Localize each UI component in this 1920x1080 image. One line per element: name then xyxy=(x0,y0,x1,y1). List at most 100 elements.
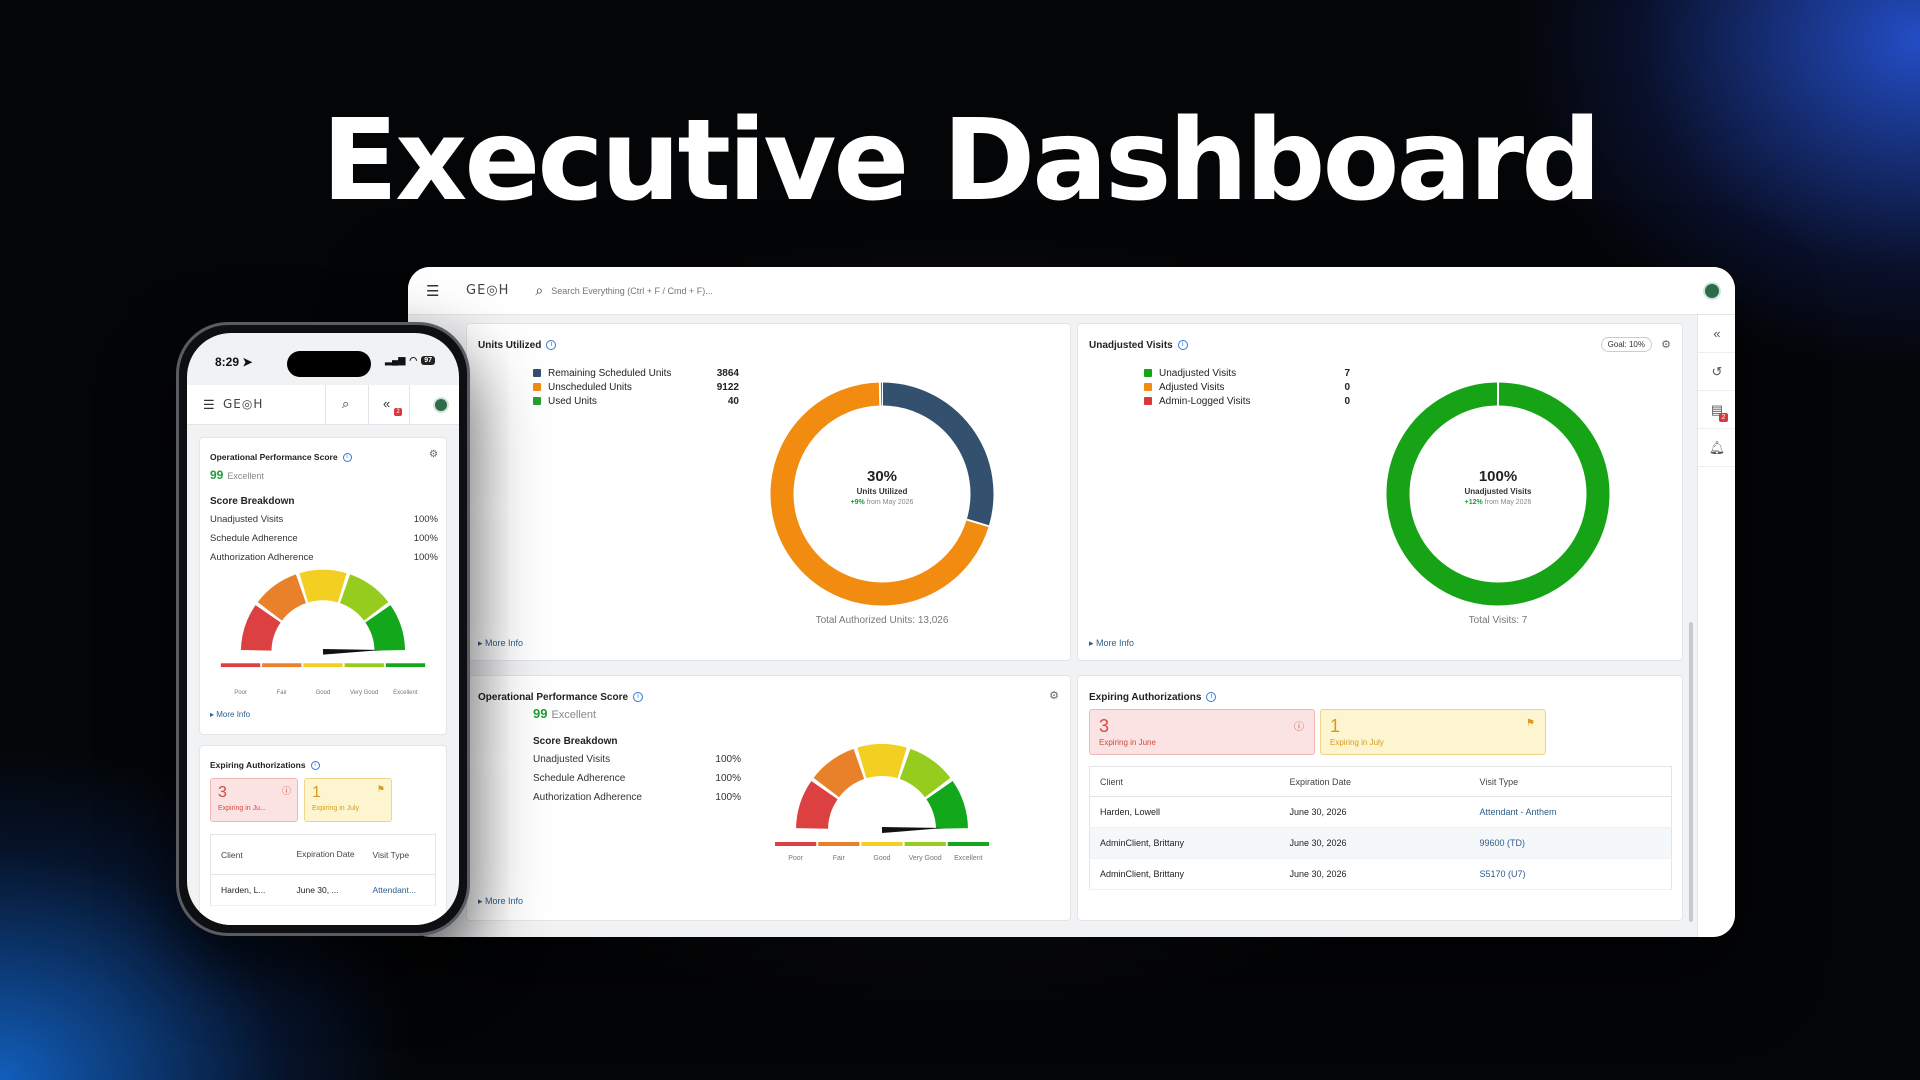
june-label: Expiring in June xyxy=(1099,738,1156,747)
info-icon[interactable]: i xyxy=(342,453,352,463)
expiring-july-box[interactable]: 1 Expiring in July ⚑ xyxy=(1320,709,1546,755)
user-avatar[interactable] xyxy=(433,397,449,413)
july-count: 1 xyxy=(312,784,321,801)
more-info-link[interactable]: ▸ More Info xyxy=(478,638,523,649)
gauge-segment xyxy=(857,744,907,779)
table-row[interactable]: AdminClient, Brittany June 30, 2026 99600 … xyxy=(1089,827,1672,859)
cell-client: AdminClient, Brittany xyxy=(1089,858,1280,890)
col-visit-type[interactable]: Visit Type xyxy=(1469,766,1672,797)
settings-gear-icon[interactable]: ⚙ xyxy=(429,449,438,460)
history-icon[interactable]: ↺ xyxy=(1698,353,1735,391)
legend-value: 0 xyxy=(1344,381,1350,393)
info-icon[interactable]: i xyxy=(310,761,320,771)
gauge-baseline-segment xyxy=(385,663,426,668)
gauge-segment xyxy=(925,781,968,830)
gauge-baseline-segment xyxy=(904,842,946,846)
flag-icon: ⚑ xyxy=(1526,718,1535,729)
cell-date: June 30, 2026 xyxy=(1279,796,1470,828)
gauge-label: Poor xyxy=(234,690,247,696)
gauge-baseline-segment xyxy=(303,663,343,668)
top-bar: ☰ GE◎H ⌕ xyxy=(408,267,1735,315)
goal-badge[interactable]: Goal: 10% xyxy=(1600,337,1652,352)
gauge-baseline-segment xyxy=(947,842,989,846)
col-expiration-date[interactable]: Expiration Date xyxy=(286,834,363,875)
cell-date: June 30, 2026 xyxy=(1279,827,1470,859)
ops-score-card: Operational Performance Score i ⚙ 99 Excel… xyxy=(199,437,447,735)
info-icon[interactable]: i xyxy=(633,692,644,703)
card-title: Units Utilized i xyxy=(478,340,557,351)
table-row[interactable]: Harden, Lowell June 30, 2026 Attendant - A… xyxy=(1089,796,1672,828)
gauge-segment xyxy=(899,748,951,798)
legend-label: Used Units xyxy=(548,395,597,407)
info-icon[interactable]: i xyxy=(546,340,557,351)
hamburger-menu-icon[interactable]: ☰ xyxy=(203,397,215,413)
table-row[interactable]: Harden, L... June 30, ... Attendant... xyxy=(210,874,436,906)
score-breakdown: Score Breakdown Unadjusted Visits 100% Sche… xyxy=(533,736,741,807)
legend-item[interactable]: Remaining Scheduled Units 3864 xyxy=(533,366,739,380)
more-info-link[interactable]: ▸ More Info xyxy=(478,896,523,907)
info-icon[interactable]: i xyxy=(1206,692,1217,703)
breakdown-row: Unadjusted Visits 100% xyxy=(210,510,438,529)
legend-swatch xyxy=(1144,383,1152,391)
table-row[interactable]: AdminClient, Brittany June 30, 2026 S5170 … xyxy=(1089,858,1672,890)
messages-icon[interactable]: ▤ 2 xyxy=(1698,391,1735,429)
search-input[interactable] xyxy=(551,285,852,296)
app-logo[interactable]: GE◎H xyxy=(466,283,509,298)
expiring-auth-card: Expiring Authorizations i 3 Expiring in J… xyxy=(1077,675,1683,921)
col-client[interactable]: Client xyxy=(1089,766,1280,797)
total-visits: Total Visits: 7 xyxy=(1468,615,1528,626)
unadjusted-visits-card: Unadjusted Visits i Goal: 10% ⚙ Unadjuste… xyxy=(1077,323,1683,661)
more-info-link[interactable]: ▸ More Info xyxy=(1089,638,1134,649)
search-icon[interactable]: ⌕ xyxy=(342,396,349,412)
more-info-link[interactable]: ▸ More Info xyxy=(210,710,250,719)
gauge-segment xyxy=(257,574,307,622)
cell-date: June 30, ... xyxy=(286,874,363,906)
phone-device: 8:29 ➤ ▂▄▆ ◠ 97 ☰ GE◎H ⌕ « 2 Operational P… xyxy=(176,322,470,936)
gauge-label: Poor xyxy=(788,855,803,862)
gauge-label: Excellent xyxy=(954,855,983,862)
bell-icon[interactable]: 🔔︎ xyxy=(1698,429,1735,467)
col-client[interactable]: Client xyxy=(210,834,287,875)
cell-visit-type: 99600 (TD) xyxy=(1469,827,1672,859)
collapse-icon[interactable]: « xyxy=(383,396,390,411)
expiring-june-box[interactable]: 3 Expiring in Ju... ⓘ xyxy=(210,778,298,822)
legend-item[interactable]: Used Units 40 xyxy=(533,394,739,408)
settings-gear-icon[interactable]: ⚙ xyxy=(1049,689,1059,702)
center-percent: 30% xyxy=(866,468,898,485)
june-label: Expiring in Ju... xyxy=(218,805,266,812)
cell-client: Harden, L... xyxy=(210,874,287,906)
hamburger-menu-icon[interactable]: ☰ xyxy=(426,282,442,300)
gauge-baseline-segment xyxy=(220,663,261,668)
info-icon[interactable]: i xyxy=(1177,340,1188,351)
phone-screen: 8:29 ➤ ▂▄▆ ◠ 97 ☰ GE◎H ⌕ « 2 Operational P… xyxy=(187,333,459,925)
gauge-segment xyxy=(299,569,347,603)
center-label: Unadjusted Visits xyxy=(1464,487,1532,496)
gauge-label: Very Good xyxy=(349,690,379,696)
col-expiration-date[interactable]: Expiration Date xyxy=(1279,766,1470,797)
alert-circle-icon: ⓘ xyxy=(1294,722,1304,733)
legend-value: 9122 xyxy=(716,381,739,393)
gauge-label: Excellent xyxy=(393,690,418,696)
legend-item[interactable]: Unadjusted Visits 7 xyxy=(1144,366,1350,380)
legend-item[interactable]: Admin-Logged Visits 0 xyxy=(1144,394,1350,408)
breakdown-value: 100% xyxy=(413,533,438,544)
expiring-july-box[interactable]: 1 Expiring in July ⚑ xyxy=(304,778,392,822)
expiring-auth-card: Expiring Authorizations i 3 Expiring in J… xyxy=(199,745,447,925)
settings-gear-icon[interactable]: ⚙ xyxy=(1661,338,1671,351)
cell-client: Harden, Lowell xyxy=(1089,796,1280,828)
app-logo[interactable]: GE◎H xyxy=(223,397,263,411)
gauge-baseline-segment xyxy=(775,842,817,846)
legend-item[interactable]: Unscheduled Units 9122 xyxy=(533,380,739,394)
notification-badge: 2 xyxy=(1719,413,1728,422)
gauge-label: Fair xyxy=(832,855,845,862)
col-visit-type[interactable]: Visit Type xyxy=(362,834,436,875)
cell-visit-type: S5170 (U7) xyxy=(1469,858,1672,890)
user-avatar[interactable] xyxy=(1703,282,1721,300)
wifi-icon: ◠ xyxy=(409,355,418,365)
legend-item[interactable]: Adjusted Visits 0 xyxy=(1144,380,1350,394)
scrollbar[interactable] xyxy=(1689,622,1693,922)
center-percent: 100% xyxy=(1478,468,1518,485)
search-icon[interactable]: ⌕ xyxy=(535,282,543,299)
collapse-icon[interactable]: « xyxy=(1698,315,1735,353)
expiring-june-box[interactable]: 3 Expiring in June ⓘ xyxy=(1089,709,1315,755)
